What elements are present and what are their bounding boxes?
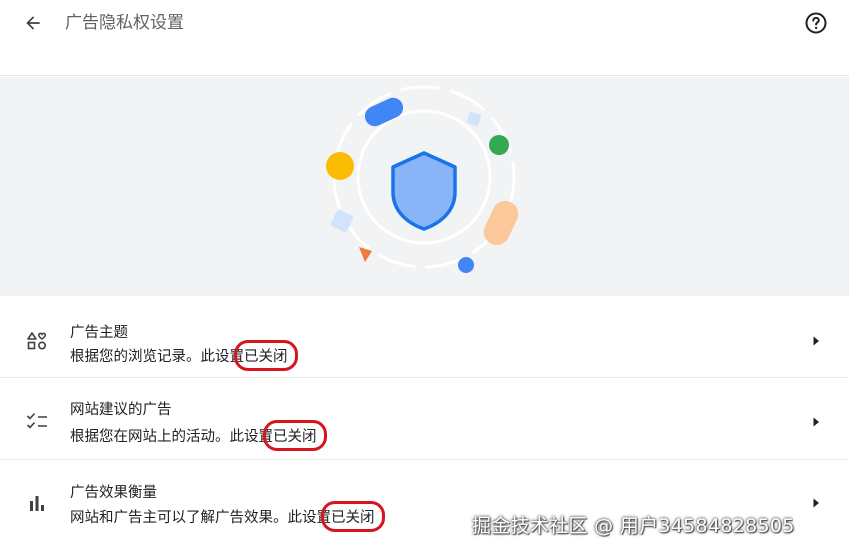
setting-description-text: 网站和广告主可以了解广告效果。此设置 bbox=[70, 510, 331, 526]
chevron-right-icon bbox=[810, 497, 822, 509]
setting-item-site-suggested-ads[interactable]: 网站建议的广告 根据您在网站上的活动。此设置已关闭 bbox=[0, 378, 849, 460]
help-button[interactable] bbox=[803, 10, 829, 36]
top-bar: 广告隐私权设置 bbox=[0, 0, 849, 76]
watermark: 掘金技术社区 @ 用户34584828505 bbox=[472, 515, 795, 537]
chevron-right-icon bbox=[810, 416, 822, 428]
setting-title: 广告主题 bbox=[70, 325, 128, 341]
chevron-right-icon bbox=[810, 335, 822, 347]
bar-chart-icon bbox=[26, 492, 48, 514]
setting-state: 已关闭 bbox=[263, 420, 326, 451]
setting-description-text: 根据您在网站上的活动。此设置 bbox=[70, 429, 273, 445]
checklist-icon bbox=[26, 410, 48, 432]
setting-description: 网站和广告主可以了解广告效果。此设置已关闭 bbox=[70, 501, 384, 532]
setting-state: 已关闭 bbox=[234, 340, 297, 371]
orange-triangle-shape bbox=[359, 247, 372, 262]
setting-description: 根据您在网站上的活动。此设置已关闭 bbox=[70, 420, 326, 451]
privacy-shield-illustration bbox=[326, 85, 519, 273]
setting-description-text: 根据您的浏览记录。此设置 bbox=[70, 349, 244, 365]
green-dot-shape bbox=[489, 135, 509, 155]
setting-title: 网站建议的广告 bbox=[70, 402, 172, 418]
shield-icon bbox=[391, 151, 457, 231]
hero-banner bbox=[0, 77, 849, 296]
arrow-back-icon bbox=[26, 16, 40, 30]
back-button[interactable] bbox=[20, 10, 46, 36]
setting-state: 已关闭 bbox=[321, 501, 384, 532]
yellow-dot-shape bbox=[326, 152, 354, 180]
setting-description: 根据您的浏览记录。此设置已关闭 bbox=[70, 340, 297, 371]
setting-item-ad-topics[interactable]: 广告主题 根据您的浏览记录。此设置已关闭 bbox=[0, 296, 849, 378]
page-title: 广告隐私权设置 bbox=[65, 13, 184, 33]
shapes-icon bbox=[26, 330, 48, 352]
setting-title: 广告效果衡量 bbox=[70, 485, 157, 501]
blue-dot-shape bbox=[458, 257, 474, 273]
light-blue-square-shape bbox=[466, 111, 482, 127]
help-circle-icon bbox=[805, 12, 827, 34]
